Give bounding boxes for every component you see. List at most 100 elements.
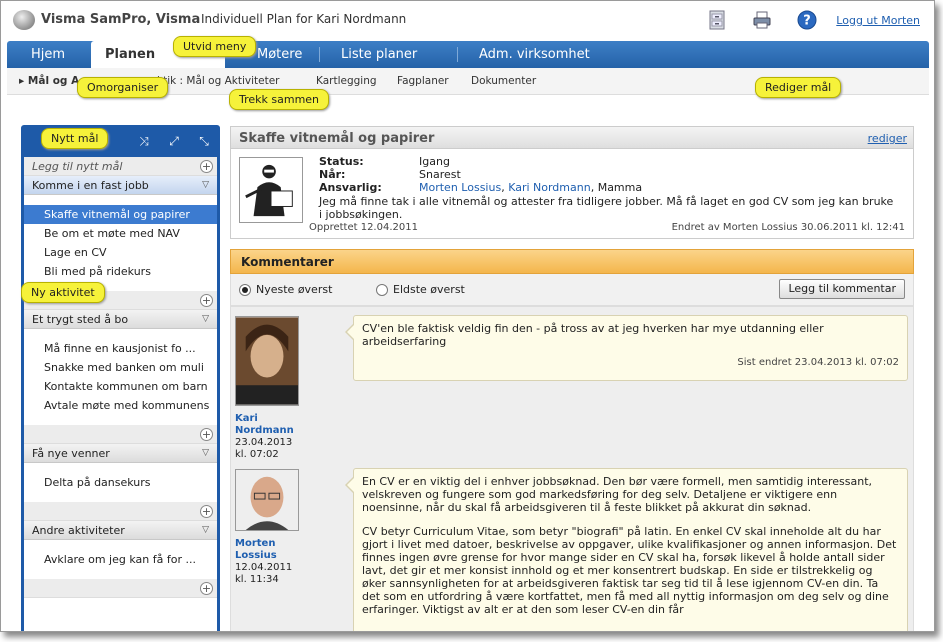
comment-time: kl. 11:34 (235, 574, 279, 585)
chevron-down-icon[interactable]: ▽ (202, 176, 209, 194)
goals-panel: ⤨ ⤢ ⤡ Legg til nytt mål + Komme i en fast… (21, 125, 220, 631)
comment-date: 12.04.2011 (235, 562, 293, 573)
goal-group[interactable]: Få nye venner ▽ (24, 444, 217, 463)
callout-new-activity: Ny aktivitet (21, 282, 105, 303)
printer-icon[interactable] (752, 10, 772, 30)
subnav-dokumenter[interactable]: Dokumenter (471, 75, 536, 87)
when-label: Når: (319, 168, 346, 181)
subnav-kartlegging[interactable]: Kartlegging (316, 75, 377, 87)
status-value: Igang (419, 155, 450, 168)
subnav-fagplaner[interactable]: Fagplaner (397, 75, 449, 87)
cabinet-icon[interactable] (707, 10, 727, 30)
activity-item[interactable]: Kontakte kommunen om barn (24, 377, 217, 396)
goal-illustration (239, 157, 303, 223)
comment-text: En CV er en viktig del i enhver jobbsøkn… (362, 475, 873, 514)
activity-item[interactable]: Må finne en kausjonist fo ... (24, 339, 217, 358)
author-name[interactable]: Morten (235, 538, 305, 550)
add-activity-row[interactable]: + (24, 425, 217, 444)
callout-reorganize: Omorganiser (77, 77, 169, 98)
when-value: Snarest (419, 168, 461, 181)
comment-edited-stamp: Sist endret 23.04.2013 kl. 07:02 (737, 357, 899, 368)
goal-detail-title: Skaffe vitnemål og papirer (239, 131, 435, 146)
comment-date: 23.04.2013 (235, 437, 293, 448)
main-nav: Hjem Planen Møtere Liste planer Adm. vir… (7, 41, 929, 68)
activity-item[interactable]: Lage en CV (24, 243, 217, 262)
activity-item[interactable]: Be om et møte med NAV (24, 224, 217, 243)
plus-icon[interactable]: + (200, 428, 213, 441)
callout-edit-goal: Rediger mål (755, 77, 842, 98)
subnav-mal-og-aktiviteter[interactable]: ▸ Mål og A (19, 75, 79, 87)
plus-icon[interactable]: + (200, 505, 213, 518)
logout-link[interactable]: Logg ut Morten (836, 14, 920, 27)
add-comment-button[interactable]: Legg til kommentar (779, 279, 905, 299)
shuffle-icon[interactable]: ⤨ (137, 134, 151, 148)
app-window: Visma SamPro, Visma Individuell Plan for… (0, 0, 935, 632)
brand-name: Visma SamPro, Visma (41, 12, 201, 27)
plus-icon[interactable]: + (200, 582, 213, 595)
goal-title: Andre aktiviteter (32, 524, 125, 537)
chevron-down-icon[interactable]: ▽ (202, 444, 209, 462)
goals-list: Legg til nytt mål + Komme i en fast jobb ▽… (24, 157, 217, 631)
visma-logo-icon (13, 10, 35, 30)
comment-bubble: En CV er en viktig del i enhver jobbsøkn… (345, 468, 908, 631)
responsible-name: Mamma (597, 181, 643, 194)
created-stamp: Opprettet 12.04.2011 (309, 222, 418, 233)
add-activity-row[interactable]: + (24, 502, 217, 521)
goal-group[interactable]: Et trygt sted å bo ▽ (24, 310, 217, 329)
author-name[interactable]: Nordmann (235, 425, 305, 437)
avatar (235, 316, 299, 406)
callout-new-goal: Nytt mål (41, 128, 109, 149)
changed-stamp: Endret av Morten Lossius 30.06.2011 kl. … (671, 222, 905, 233)
activity-item[interactable]: Delta på dansekurs (24, 473, 217, 492)
newest-first-label: Nyeste øverst (256, 283, 333, 296)
add-goal-row[interactable]: Legg til nytt mål + (24, 157, 217, 176)
comments-toolbar: Nyeste øverst Eldste øverst Legg til kom… (230, 274, 914, 306)
tab-liste-planer[interactable]: Liste planer (327, 41, 431, 68)
tab-adm-virksomhet[interactable]: Adm. virksomhet (465, 41, 604, 68)
callout-collapse: Trekk sammen (229, 89, 330, 110)
activity-item[interactable]: Avklare om jeg kan få for ... (24, 550, 217, 569)
callout-expand-menu: Utvid meny (173, 36, 257, 57)
subnav-taktikk[interactable]: ktik : Mål og Aktiviteter (157, 75, 279, 87)
responsible-link[interactable]: Kari Nordmann (508, 181, 591, 194)
collapse-icon[interactable]: ⤡ (197, 134, 211, 148)
expand-icon[interactable]: ⤢ (167, 134, 181, 148)
author-name[interactable]: Lossius (235, 550, 305, 562)
responsible-link[interactable]: Morten Lossius (419, 181, 501, 194)
comment-author: Morten Lossius 12.04.2011 kl. 11:34 (235, 469, 305, 586)
comments-header: Kommentarer (230, 249, 914, 274)
top-bar: Visma SamPro, Visma Individuell Plan for… (1, 1, 934, 39)
svg-text:?: ? (803, 14, 811, 29)
activity-item[interactable]: Snakke med banken om muli (24, 358, 217, 377)
chevron-down-icon[interactable]: ▽ (202, 521, 209, 539)
help-icon[interactable]: ? (797, 10, 817, 30)
avatar (235, 469, 299, 531)
activity-item[interactable]: Avtale møte med kommunens (24, 396, 217, 415)
activity-item[interactable]: Skaffe vitnemål og papirer (24, 205, 217, 224)
activity-item[interactable]: Bli med på ridekurs (24, 262, 217, 281)
tab-hjem[interactable]: Hjem (17, 41, 79, 68)
edit-link[interactable]: rediger (868, 132, 907, 145)
goal-title: Et trygt sted å bo (32, 313, 129, 326)
chevron-down-icon[interactable]: ▽ (202, 310, 209, 328)
comment-bubble: CV'en ble faktisk veldig fin den - på tr… (345, 315, 908, 381)
page-title: Individuell Plan for Kari Nordmann (201, 12, 407, 26)
goal-detail-header: Skaffe vitnemål og papirer rediger (230, 126, 914, 149)
author-name[interactable]: Kari (235, 413, 305, 425)
comment-text: CV'en ble faktisk veldig fin den - på tr… (362, 322, 824, 348)
goal-group[interactable]: Komme i en fast jobb ▽ (24, 176, 217, 195)
add-activity-row[interactable]: + (24, 579, 217, 598)
newest-first-radio[interactable] (239, 284, 251, 296)
responsible-list: Morten Lossius, Kari Nordmann, Mamma (419, 181, 643, 194)
goal-group[interactable]: Andre aktiviteter ▽ (24, 521, 217, 540)
goal-title: Komme i en fast jobb (32, 179, 149, 192)
goal-title: Få nye venner (32, 447, 110, 460)
oldest-first-radio[interactable] (376, 284, 388, 296)
comment-text: CV betyr Curriculum Vitae, som betyr "bi… (362, 525, 897, 616)
responsible-label: Ansvarlig: (319, 181, 382, 194)
plus-icon[interactable]: + (200, 160, 213, 173)
comments-list: Kari Nordmann 23.04.2013 kl. 07:02 CV'en… (230, 306, 914, 631)
plus-icon[interactable]: + (200, 294, 213, 307)
goal-description: Jeg må finne tak i alle vitnemål og atte… (319, 195, 894, 221)
comment-time: kl. 07:02 (235, 449, 279, 460)
